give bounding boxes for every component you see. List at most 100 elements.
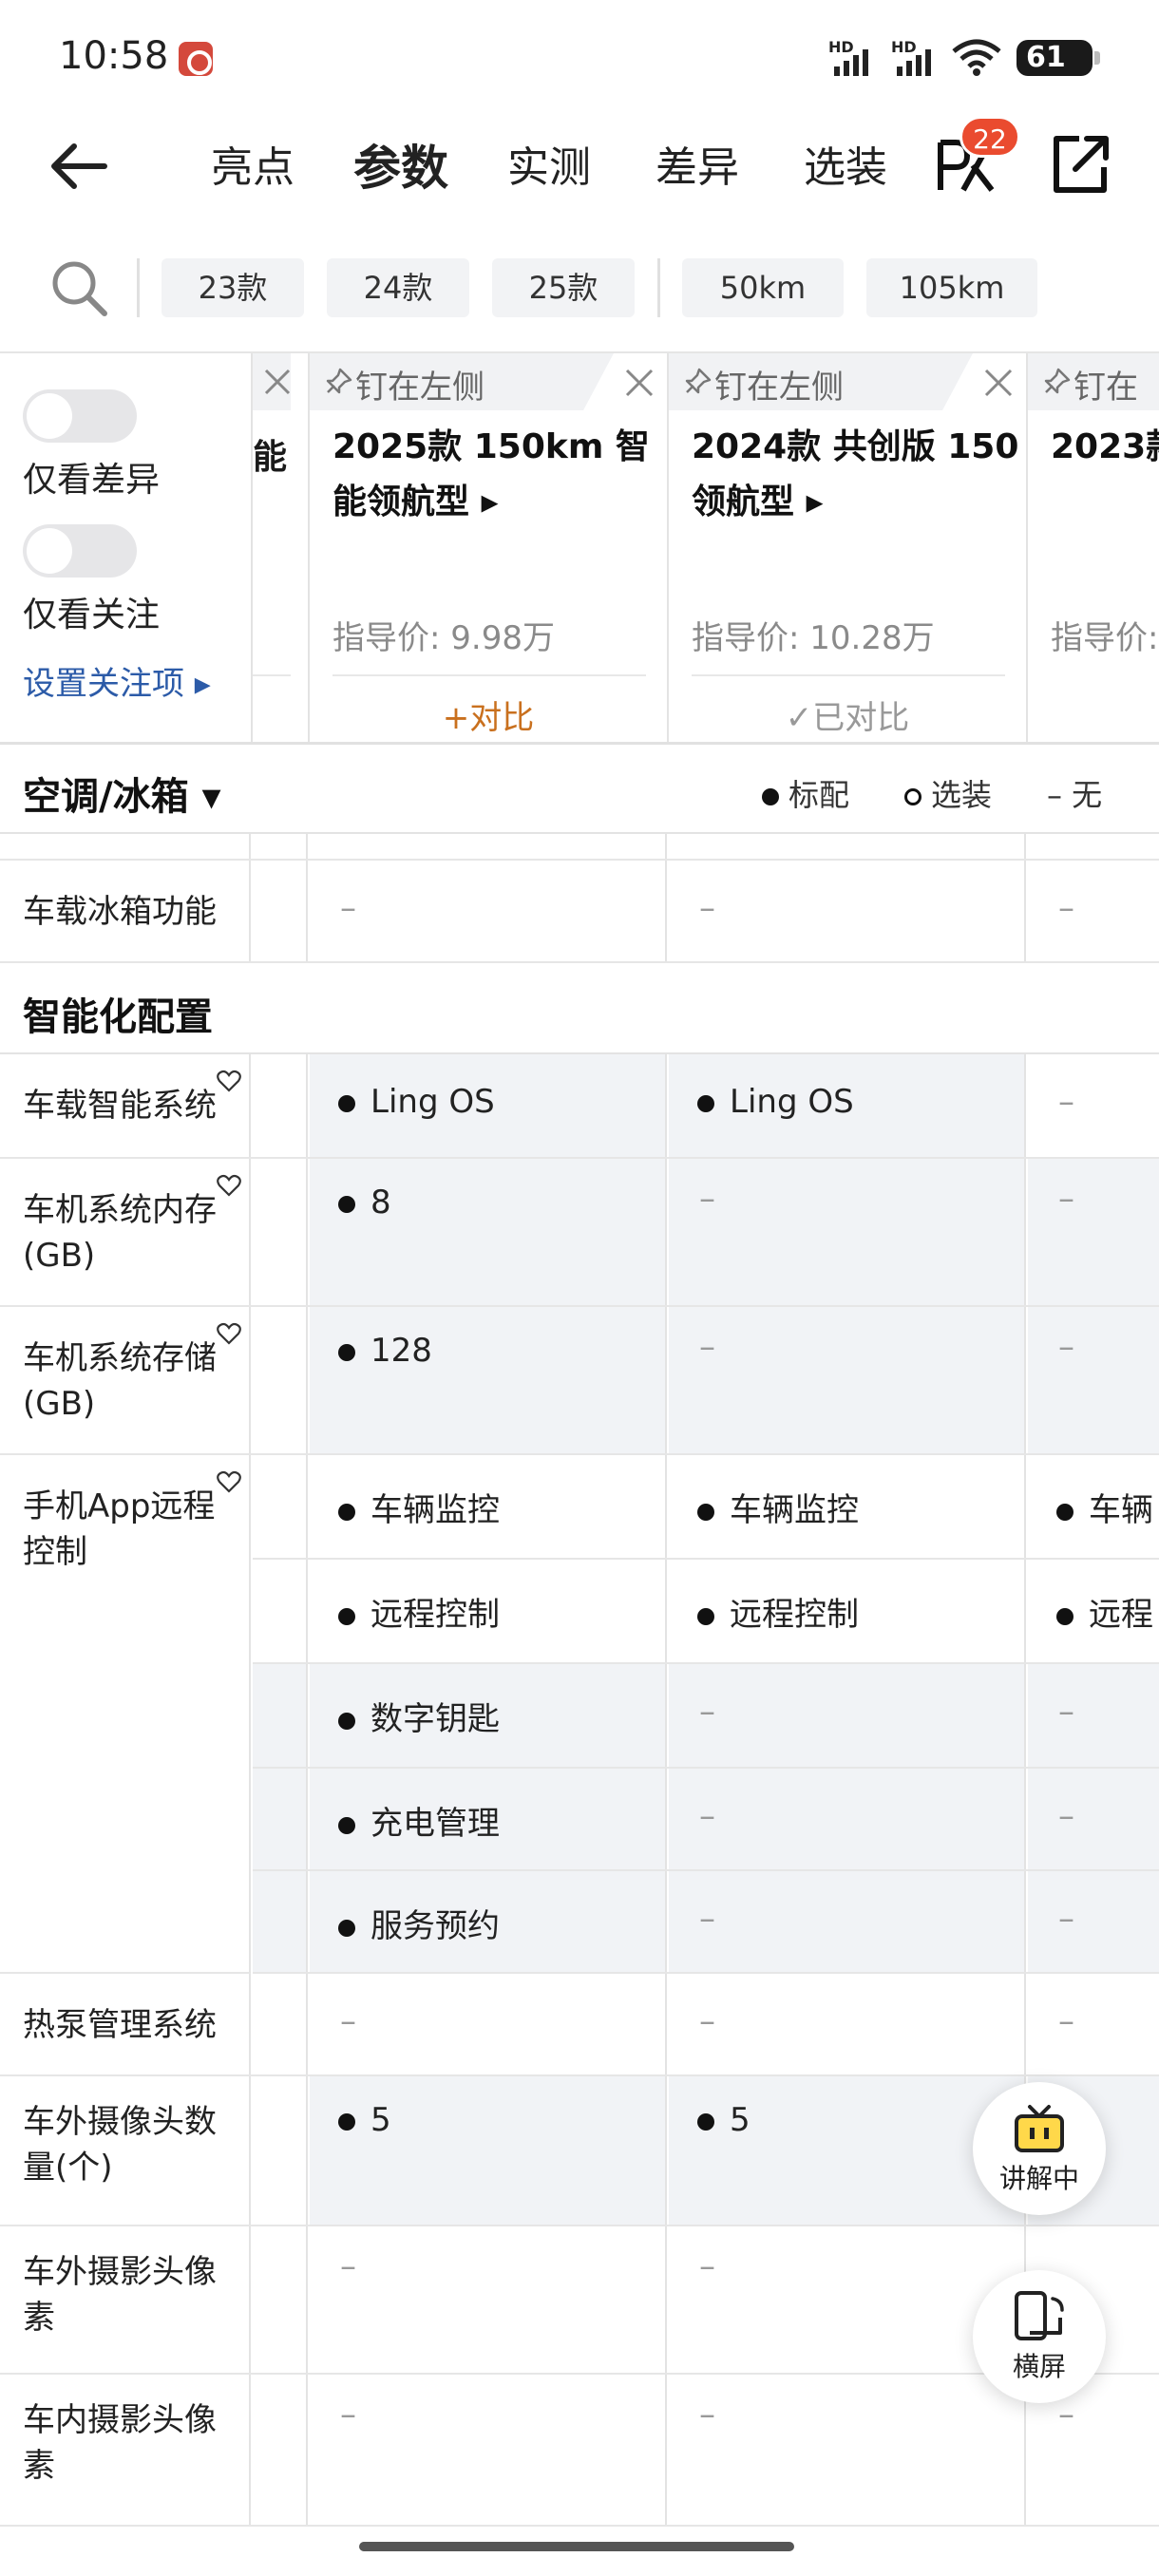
gap-cell	[253, 2375, 308, 2525]
value-text: 8	[370, 1184, 391, 1222]
only-focus-label: 仅看关注	[23, 596, 161, 635]
tab-options[interactable]: 选装	[804, 135, 887, 201]
legend-optional: 选装	[904, 771, 992, 815]
row-label: 车机系统内存(GB)	[23, 1191, 217, 1275]
explain-button[interactable]: 讲解中	[973, 2082, 1106, 2215]
landscape-button[interactable]: 横屏	[973, 2270, 1106, 2403]
filter-chip-24[interactable]: 24款	[327, 258, 469, 317]
rotate-screen-icon	[1015, 2291, 1064, 2340]
cell: –	[1028, 1664, 1159, 1767]
section-title[interactable]: 空调/冰箱 ▾	[23, 766, 221, 821]
value-standard: 远程控制	[697, 1588, 859, 1635]
legend-none: – 无	[1047, 777, 1103, 813]
filter-chip-23[interactable]: 23款	[162, 258, 304, 317]
heart-icon[interactable]	[217, 1174, 241, 1197]
tab-highlights[interactable]: 亮点	[211, 135, 294, 201]
label-cell: 车载智能系统	[0, 1054, 251, 1157]
compared-status[interactable]: ✓已对比	[669, 691, 1026, 738]
row-label: 车外摄影头像素	[23, 2253, 217, 2337]
tab-differences[interactable]: 差异	[656, 135, 739, 201]
row-label: 车载智能系统	[23, 1087, 217, 1125]
only-diff-toggle[interactable]	[23, 389, 137, 443]
cell	[669, 834, 1026, 859]
cell: –	[1028, 1054, 1159, 1157]
legend-standard: 标配	[762, 771, 849, 815]
gap-cell	[253, 1974, 308, 2074]
value-standard: Ling OS	[338, 1083, 495, 1121]
row-label: 车载冰箱功能	[23, 893, 217, 931]
dot-icon	[338, 1919, 355, 1937]
search-icon[interactable]	[48, 256, 110, 319]
car-name[interactable]: 2023款	[1051, 420, 1159, 475]
gap-cell	[253, 861, 308, 961]
share-icon[interactable]	[1047, 131, 1113, 198]
cell: 数字钥匙	[310, 1664, 667, 1767]
value-text: 服务预约	[370, 1907, 500, 1945]
back-arrow-icon[interactable]	[46, 133, 112, 199]
close-icon[interactable]	[982, 367, 1015, 399]
car-column-3: 钉在 2023款 指导价:	[1028, 353, 1159, 742]
filter-chip-25[interactable]: 25款	[492, 258, 635, 317]
row-label: 车内摄影头像素	[23, 2401, 217, 2485]
pin-left-label: 钉在左侧	[355, 369, 484, 407]
value-text: 128	[370, 1332, 432, 1370]
gap-cell	[253, 1307, 308, 1453]
pin-icon	[685, 368, 712, 394]
filter-chip-105km[interactable]: 105km	[866, 258, 1037, 317]
cell: 远程控制	[310, 1560, 667, 1662]
section-header-ac[interactable]: 空调/冰箱 ▾ 标配 选装 – 无	[0, 745, 1159, 834]
value-none: –	[699, 2247, 715, 2285]
gap-cell	[253, 834, 308, 859]
dot-icon	[338, 1195, 355, 1213]
cell: 5	[310, 2076, 667, 2225]
close-icon[interactable]	[623, 367, 656, 399]
clock: 10:58	[59, 34, 169, 78]
row-label: 热泵管理系统	[23, 2006, 217, 2044]
row-label: 手机App远程控制	[23, 1487, 216, 1571]
value-none: –	[1058, 1797, 1074, 1835]
signal-1-icon: HD	[828, 38, 885, 76]
car-price: 指导价: 9.98万	[332, 619, 555, 657]
value-none: –	[699, 1693, 715, 1731]
cell: 车辆	[1028, 1455, 1159, 1558]
section-header-smart: 智能化配置	[0, 965, 1159, 1054]
dot-icon	[338, 1816, 355, 1834]
value-none: –	[699, 1900, 715, 1938]
tab-tests[interactable]: 实测	[507, 135, 591, 201]
dot-icon	[338, 1607, 355, 1625]
value-standard: 车辆监控	[338, 1484, 500, 1530]
table-row-app-3: 数字钥匙 – –	[253, 1664, 1159, 1769]
add-compare-button[interactable]: +对比	[310, 691, 667, 738]
value-standard: 5	[697, 2101, 750, 2139]
car-column-2: 钉在左侧 2024款 共创版 150领航型 ▸ 指导价: 10.28万 ✓已对比	[669, 353, 1026, 742]
car-column-partial: 能	[253, 353, 308, 742]
car-name[interactable]: 2025款 150km 智能领航型 ▸	[332, 420, 665, 530]
set-focus-link[interactable]: 设置关注项 ▸	[23, 657, 211, 704]
label-cell-app: 手机App远程控制	[0, 1455, 251, 1974]
cell: 远程	[1028, 1560, 1159, 1662]
pk-count-badge: 22	[960, 116, 1020, 158]
landscape-label: 横屏	[1012, 2351, 1066, 2382]
value-text: 远程控制	[730, 1596, 859, 1634]
heart-icon[interactable]	[217, 1470, 241, 1493]
filter-chip-50km[interactable]: 50km	[682, 258, 844, 317]
divider	[657, 258, 660, 317]
close-icon[interactable]	[262, 367, 293, 397]
value-none: –	[699, 889, 715, 927]
tv-icon	[1015, 2105, 1064, 2152]
heart-icon[interactable]	[217, 1070, 241, 1092]
tab-params[interactable]: 参数	[353, 135, 448, 201]
gap-cell	[253, 2226, 308, 2373]
value-none: –	[1058, 1180, 1074, 1218]
section-title: 智能化配置	[23, 995, 213, 1039]
dot-icon	[697, 1607, 714, 1625]
value-none: –	[699, 1328, 715, 1366]
cell: –	[1028, 1871, 1159, 1972]
only-diff-label: 仅看差异	[23, 461, 161, 500]
label-cell: 车机系统存储(GB)	[0, 1307, 251, 1453]
heart-icon[interactable]	[217, 1322, 241, 1345]
divider	[253, 674, 291, 676]
cell: 8	[310, 1159, 667, 1305]
car-name[interactable]: 2024款 共创版 150领航型 ▸	[692, 420, 1024, 530]
only-focus-toggle[interactable]	[23, 524, 137, 578]
